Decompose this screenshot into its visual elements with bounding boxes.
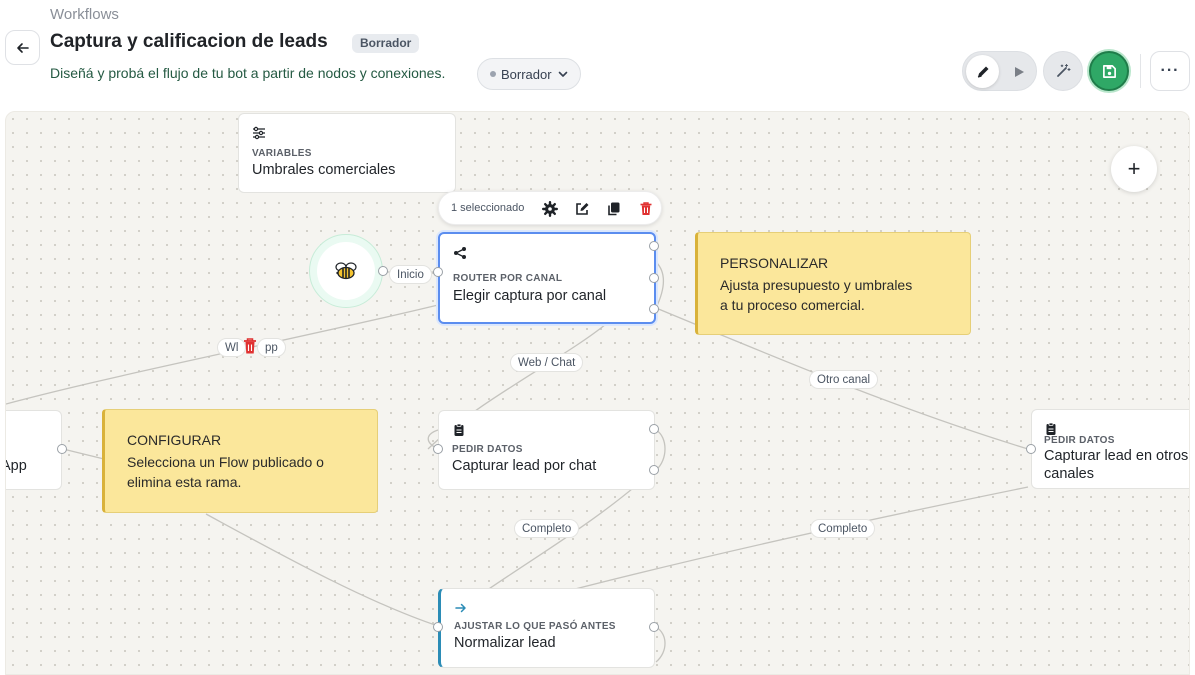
- node-label: Umbrales comerciales: [252, 162, 396, 178]
- start-node-out-handle[interactable]: [378, 266, 388, 276]
- node-label: canales: [1044, 466, 1094, 482]
- router-in-handle[interactable]: [433, 267, 443, 277]
- router-out-handle-2[interactable]: [649, 273, 659, 283]
- trash-icon[interactable]: [638, 201, 654, 217]
- node-label: App: [6, 458, 27, 474]
- page-title: Captura y calificacion de leads: [50, 31, 328, 52]
- edit-mode-button[interactable]: [966, 55, 999, 88]
- page-header: Workflows Captura y calificacion de lead…: [0, 0, 1195, 110]
- pedir-chat-out-handle-1[interactable]: [649, 424, 659, 434]
- note-heading: CONFIGURAR: [127, 432, 222, 448]
- clipboard-icon: [454, 423, 464, 436]
- edge-label-whatsapp-right[interactable]: pp: [257, 338, 286, 357]
- router-out-handle-3[interactable]: [649, 304, 659, 314]
- note-configurar[interactable]: CONFIGURAR Selecciona un Flow publicado …: [102, 409, 378, 513]
- clipboard-icon: [1046, 422, 1056, 435]
- note-line: Ajusta presupuesto y umbrales: [720, 277, 913, 293]
- gear-icon[interactable]: [542, 201, 558, 217]
- arrow-right-icon: [455, 603, 466, 613]
- node-type: AJUSTAR LO QUE PASÓ ANTES: [454, 621, 616, 632]
- node-type: PEDIR DATOS: [1044, 435, 1115, 446]
- edge-label-completo-2[interactable]: Completo: [810, 519, 876, 538]
- edit-icon[interactable]: [574, 201, 590, 217]
- edge-chat-handle-loop: [655, 429, 666, 471]
- pedir-chat-out-handle-2[interactable]: [649, 465, 659, 475]
- chevron-down-icon: [558, 71, 567, 77]
- note-body: Selecciona un Flow publicado o elimina e…: [127, 452, 324, 492]
- pencil-icon: [977, 66, 988, 78]
- magic-assist-button[interactable]: [1043, 51, 1083, 91]
- status-select-value: Borrador: [501, 66, 552, 82]
- pedir-chat-in-handle[interactable]: [433, 444, 443, 454]
- note-line: Selecciona un Flow publicado o: [127, 454, 324, 470]
- status-select[interactable]: Borrador: [477, 58, 581, 90]
- start-node[interactable]: [309, 234, 383, 308]
- app-out-handle[interactable]: [57, 444, 67, 454]
- edge-config-ajustar: [205, 513, 439, 627]
- duplicate-icon[interactable]: [606, 201, 622, 217]
- play-icon: [1014, 66, 1024, 77]
- node-pedir-datos-chat[interactable]: PEDIR DATOS Capturar lead por chat: [438, 410, 655, 490]
- mode-toggle: [962, 51, 1037, 91]
- node-label: Capturar lead por chat: [452, 458, 597, 474]
- edge-router-handle-loop: [655, 261, 665, 309]
- node-type: PEDIR DATOS: [452, 444, 523, 455]
- node-label: Capturar lead en otros: [1044, 448, 1189, 464]
- add-node-button[interactable]: +: [1111, 146, 1157, 192]
- back-button[interactable]: [5, 30, 40, 65]
- note-personalizar[interactable]: PERSONALIZAR Ajusta presupuesto y umbral…: [695, 232, 971, 335]
- node-type: ROUTER POR CANAL: [453, 273, 563, 284]
- trash-icon[interactable]: [242, 337, 258, 355]
- node-router[interactable]: ROUTER POR CANAL Elegir captura por cana…: [438, 232, 656, 324]
- ajustar-in-handle[interactable]: [433, 622, 443, 632]
- bee-icon: [335, 262, 357, 280]
- edge-label-inicio[interactable]: Inicio: [389, 265, 432, 284]
- node-app-partial[interactable]: App: [6, 410, 62, 490]
- edge-app-configurar: [62, 448, 105, 460]
- ajustar-out-handle[interactable]: [649, 622, 659, 632]
- selection-count: 1 seleccionado: [451, 202, 525, 214]
- note-heading: PERSONALIZAR: [720, 255, 829, 271]
- breadcrumb[interactable]: Workflows: [50, 6, 119, 23]
- status-badge: Borrador: [352, 34, 420, 53]
- edge-label-web-chat[interactable]: Web / Chat: [510, 353, 584, 372]
- node-pedir-datos-otros[interactable]: PEDIR DATOS Capturar lead en otros canal…: [1031, 409, 1189, 489]
- node-label: Normalizar lead: [454, 635, 556, 651]
- node-type: VARIABLES: [252, 148, 312, 159]
- selection-toolbar: 1 seleccionado: [438, 191, 662, 225]
- node-label: Elegir captura por canal: [453, 288, 607, 304]
- toolbar-divider: [1140, 54, 1141, 88]
- sliders-icon: [253, 126, 265, 140]
- page-subtitle: Diseñá y probá el flujo de tu bot a part…: [50, 65, 446, 81]
- edge-label-completo-1[interactable]: Completo: [514, 519, 580, 538]
- edge-ajustar-handle-loop: [655, 626, 666, 663]
- note-line: elimina esta rama.: [127, 474, 242, 490]
- status-dot: [490, 71, 496, 77]
- pedir-otros-in-handle[interactable]: [1026, 444, 1036, 454]
- note-body: Ajusta presupuesto y umbrales a tu proce…: [720, 275, 912, 315]
- back-arrow-icon: [16, 42, 29, 53]
- note-line: a tu proceso comercial.: [720, 297, 865, 313]
- more-options-button[interactable]: ···: [1150, 51, 1190, 91]
- node-variables[interactable]: VARIABLES Umbrales comerciales: [238, 113, 456, 193]
- run-mode-button[interactable]: [1002, 55, 1035, 88]
- workflow-canvas[interactable]: VARIABLES Umbrales comerciales 1 selecci…: [5, 111, 1190, 675]
- router-out-handle-1[interactable]: [649, 241, 659, 251]
- share-icon: [454, 247, 466, 259]
- edge-label-otro-canal[interactable]: Otro canal: [809, 370, 879, 389]
- save-icon: [1102, 64, 1116, 78]
- save-button[interactable]: [1089, 51, 1129, 91]
- node-ajustar[interactable]: AJUSTAR LO QUE PASÓ ANTES Normalizar lea…: [438, 588, 655, 668]
- start-node-inner: [317, 242, 375, 300]
- magic-wand-icon: [1057, 63, 1071, 77]
